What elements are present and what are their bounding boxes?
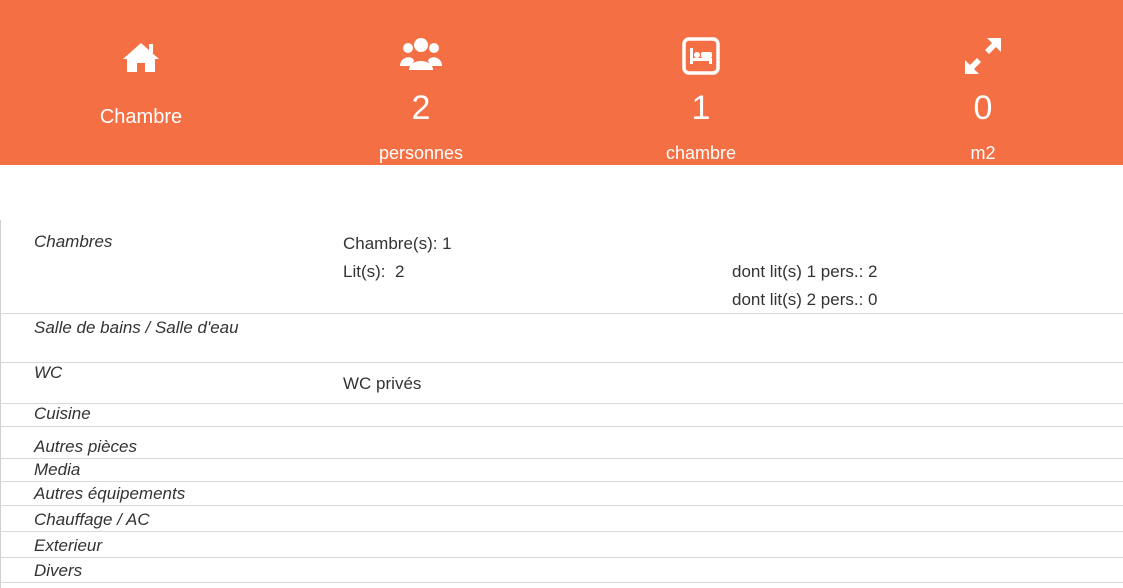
users-icon: [399, 34, 443, 78]
persons-count: 2: [411, 89, 431, 127]
row-label: Cuisine: [34, 404, 91, 423]
row-label: Chauffage / AC: [34, 510, 150, 529]
summary-banner: Chambre 2 personnes 1 chambre 0 m2: [0, 0, 1123, 165]
row-kitchen: Cuisine: [0, 405, 1123, 427]
row-equipment: Autres équipements: [0, 485, 1123, 506]
rooms-count: 1: [691, 89, 711, 127]
area-unit: m2: [970, 143, 996, 163]
row-media: Media: [0, 461, 1123, 482]
row-chambres: Chambres Chambre(s): 1 Lit(s): 2 dont li…: [0, 233, 1123, 314]
row-label: Autres pièces: [34, 437, 137, 456]
stat-type-label: Chambre: [99, 106, 183, 128]
row-label: Divers: [34, 561, 83, 580]
stat-type: Chambre: [21, 0, 261, 165]
row-label: Chambres: [34, 232, 113, 251]
home-icon: [119, 34, 163, 78]
area-value: 0: [973, 89, 993, 127]
bed-icon: [679, 34, 723, 78]
stat-area: 0 m2: [863, 0, 1103, 165]
row-wc: WC WC privés: [0, 364, 1123, 404]
double-beds-line: dont lit(s) 2 pers.: 0: [732, 290, 878, 309]
row-misc: Divers: [0, 562, 1123, 583]
row-label: Media: [34, 460, 81, 479]
single-beds-line: dont lit(s) 1 pers.: 2: [732, 262, 878, 281]
row-label: WC: [34, 363, 63, 382]
row-exterior: Exterieur: [0, 537, 1123, 558]
row-label: Exterieur: [34, 536, 103, 555]
wc-value: WC privés: [343, 374, 422, 393]
row-heating: Chauffage / AC: [0, 511, 1123, 532]
stat-persons: 2 personnes: [301, 0, 541, 165]
row-label: Autres équipements: [34, 484, 186, 503]
row-other-rooms: Autres pièces: [0, 438, 1123, 459]
rooms-unit: chambre: [665, 143, 737, 163]
rooms-line: Chambre(s): 1: [343, 234, 452, 253]
stat-rooms: 1 chambre: [581, 0, 821, 165]
row-bathroom: Salle de bains / Salle d'eau: [0, 319, 1123, 363]
persons-unit: personnes: [378, 143, 464, 163]
expand-icon: [961, 34, 1005, 78]
row-label: Salle de bains / Salle d'eau: [34, 318, 239, 337]
beds-line: Lit(s): 2: [343, 262, 405, 281]
